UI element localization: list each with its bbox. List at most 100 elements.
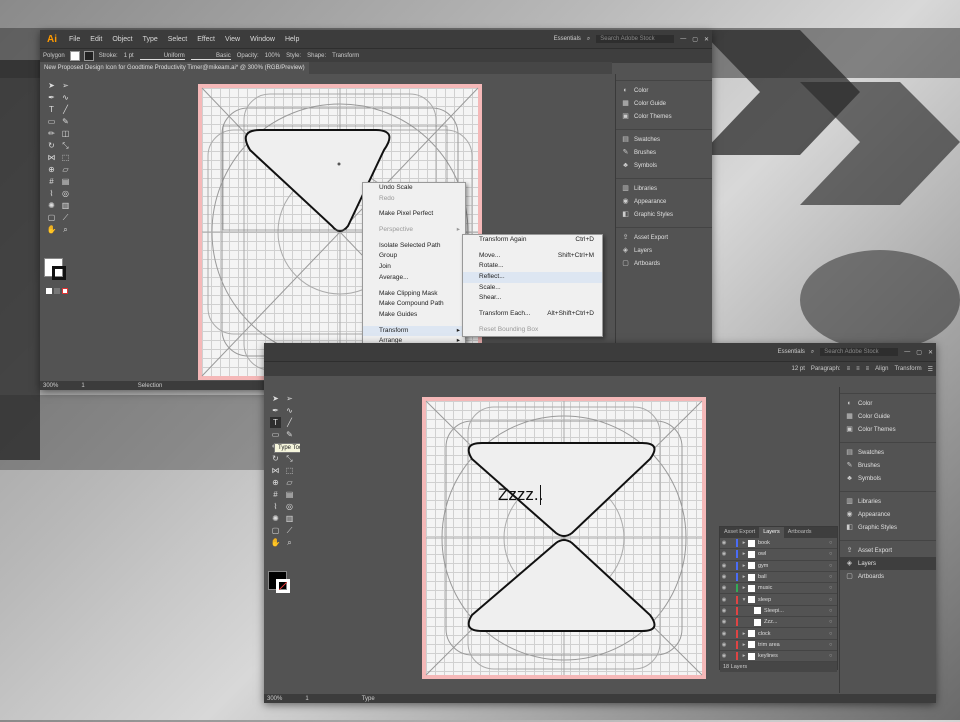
width-tool-icon[interactable]: ⋈ <box>270 465 281 476</box>
expand-arrow-right-icon[interactable]: ▸ <box>740 551 748 557</box>
hourglass-shape[interactable] <box>422 397 706 679</box>
panel-item-artboards[interactable]: ▢ Artboards <box>616 257 712 270</box>
expand-arrow-right-icon[interactable]: ▸ <box>740 563 748 569</box>
panel-item-asset-export[interactable]: ⇪ Asset Export <box>840 544 936 557</box>
close-icon[interactable]: ✕ <box>704 36 709 43</box>
menu-item-make-guides[interactable]: Make Guides <box>363 310 465 321</box>
visibility-eye-icon[interactable]: ◉ <box>720 597 728 603</box>
type-tool-icon[interactable]: T <box>270 417 281 428</box>
workspace-switcher[interactable]: Essentials <box>554 36 581 42</box>
menu-view[interactable]: View <box>220 36 245 43</box>
menu-item-reflect[interactable]: Reflect... <box>463 272 602 283</box>
panel-item-color-themes[interactable]: ▣ Color Themes <box>840 423 936 436</box>
fill-swatch[interactable] <box>69 51 80 61</box>
zoom-level[interactable]: 300% <box>43 383 58 389</box>
layer-row[interactable]: ◉ ▸ music ○ <box>720 583 837 595</box>
type-tool-icon[interactable]: T <box>46 104 57 115</box>
column-graph-tool-icon[interactable]: ▥ <box>60 200 71 211</box>
tab-layers[interactable]: Layers <box>759 527 784 538</box>
shape-builder-tool-icon[interactable]: ⊕ <box>270 477 281 488</box>
panel-item-swatches[interactable]: ▤ Swatches <box>616 133 712 146</box>
target-circle-icon[interactable]: ○ <box>829 653 837 659</box>
perspective-grid-tool-icon[interactable]: ▱ <box>60 164 71 175</box>
canvas-text[interactable]: Zzzz.. <box>498 485 543 505</box>
panel-item-artboards[interactable]: ▢ Artboards <box>840 570 936 583</box>
target-circle-icon[interactable]: ○ <box>829 540 837 546</box>
shape-builder-tool-icon[interactable]: ⊕ <box>46 164 57 175</box>
expand-arrow-right-icon[interactable]: ▸ <box>740 574 748 580</box>
tab-asset-export[interactable]: Asset Export <box>720 527 759 538</box>
target-circle-icon[interactable]: ○ <box>829 642 837 648</box>
close-icon-2[interactable]: ✕ <box>928 349 933 356</box>
visibility-eye-icon[interactable]: ◉ <box>720 653 728 659</box>
target-circle-icon[interactable]: ○ <box>829 619 837 625</box>
layer-row[interactable]: ◉ ▾ sleep ○ <box>720 594 837 606</box>
panel-item-symbols[interactable]: ♣ Symbols <box>840 472 936 485</box>
panel-item-libraries[interactable]: ▥ Libraries <box>616 182 712 195</box>
expand-arrow-down-icon[interactable]: ▾ <box>740 597 748 603</box>
visibility-eye-icon[interactable]: ◉ <box>720 608 728 614</box>
visibility-eye-icon[interactable]: ◉ <box>720 631 728 637</box>
paintbrush-tool-icon[interactable]: ✎ <box>60 116 71 127</box>
menu-type[interactable]: Type <box>138 36 163 43</box>
menu-edit[interactable]: Edit <box>85 36 107 43</box>
pen-tool-icon[interactable]: ✒ <box>270 405 281 416</box>
blend-tool-icon[interactable]: ◎ <box>60 188 71 199</box>
pencil-tool-icon[interactable]: ✏ <box>46 128 57 139</box>
perspective-grid-tool-icon[interactable]: ▱ <box>284 477 295 488</box>
visibility-eye-icon[interactable]: ◉ <box>720 540 728 546</box>
menu-item-move[interactable]: Move... Shift+Ctrl+M <box>463 251 602 262</box>
selection-tool-icon[interactable]: ➤ <box>270 393 281 404</box>
stroke-box[interactable] <box>52 266 66 280</box>
zoom-level-2[interactable]: 300% <box>267 696 282 702</box>
panel-item-color[interactable]: ◐ Color <box>616 84 712 97</box>
hand-tool-icon[interactable]: ✋ <box>270 537 281 548</box>
visibility-eye-icon[interactable]: ◉ <box>720 574 728 580</box>
panel-item-layers[interactable]: ◈ Layers <box>616 244 712 257</box>
free-transform-tool-icon[interactable]: ⬚ <box>284 465 295 476</box>
menu-item-undo-scale[interactable]: Undo Scale <box>363 183 465 194</box>
rectangle-tool-icon[interactable]: ▭ <box>270 429 281 440</box>
panel-item-brushes[interactable]: ✎ Brushes <box>616 146 712 159</box>
menu-help[interactable]: Help <box>280 36 304 43</box>
panel-item-appearance[interactable]: ◉ Appearance <box>616 195 712 208</box>
layer-row[interactable]: ◉ ▸ owl ○ <box>720 549 837 561</box>
line-tool-icon[interactable]: ╱ <box>284 417 295 428</box>
panel-item-brushes[interactable]: ✎ Brushes <box>840 459 936 472</box>
tab-artboards[interactable]: Artboards <box>784 527 816 538</box>
visibility-eye-icon[interactable]: ◉ <box>720 551 728 557</box>
expand-arrow-right-icon[interactable]: ▸ <box>740 653 748 659</box>
artboard-tool-icon[interactable]: ▢ <box>46 212 57 223</box>
width-tool-icon[interactable]: ⋈ <box>46 152 57 163</box>
artboard-tool-icon[interactable]: ▢ <box>270 525 281 536</box>
hand-tool-icon[interactable]: ✋ <box>46 224 57 235</box>
panel-item-graphic-styles[interactable]: ◧ Graphic Styles <box>616 208 712 221</box>
status-mode[interactable]: Selection <box>138 383 163 389</box>
align-left-icon[interactable]: ≡ <box>847 366 851 372</box>
align-center-icon[interactable]: ≡ <box>856 366 860 372</box>
scale-tool-icon[interactable]: ⤡ <box>60 140 71 151</box>
maximize-icon-2[interactable]: ▢ <box>916 349 922 356</box>
panel-item-color-guide[interactable]: ▦ Color Guide <box>616 97 712 110</box>
curvature-tool-icon[interactable]: ∿ <box>60 92 71 103</box>
menu-item-isolate-selected-path[interactable]: Isolate Selected Path <box>363 241 465 252</box>
symbol-sprayer-tool-icon[interactable]: ✺ <box>270 513 281 524</box>
menu-item-shear[interactable]: Shear... <box>463 293 602 304</box>
artboard-number[interactable]: 1 <box>81 383 84 389</box>
menu-select[interactable]: Select <box>163 36 192 43</box>
target-circle-icon[interactable]: ○ <box>829 631 837 637</box>
gradient-tool-icon[interactable]: ▤ <box>284 489 295 500</box>
selection-tool-icon[interactable]: ➤ <box>46 80 57 91</box>
rotate-tool-icon[interactable]: ↻ <box>46 140 57 151</box>
color-mode-icon[interactable] <box>46 288 52 294</box>
stroke-box[interactable] <box>276 579 290 593</box>
menu-effect[interactable]: Effect <box>192 36 220 43</box>
eyedropper-tool-icon[interactable]: ⌇ <box>46 188 57 199</box>
stock-search-input[interactable]: Search Adobe Stock <box>596 35 675 43</box>
brush-select[interactable]: Basic <box>190 53 231 60</box>
menu-object[interactable]: Object <box>107 36 137 43</box>
curvature-tool-icon[interactable]: ∿ <box>284 405 295 416</box>
panel-item-color-themes[interactable]: ▣ Color Themes <box>616 110 712 123</box>
expand-arrow-right-icon[interactable]: ▸ <box>740 642 748 648</box>
line-tool-icon[interactable]: ╱ <box>60 104 71 115</box>
